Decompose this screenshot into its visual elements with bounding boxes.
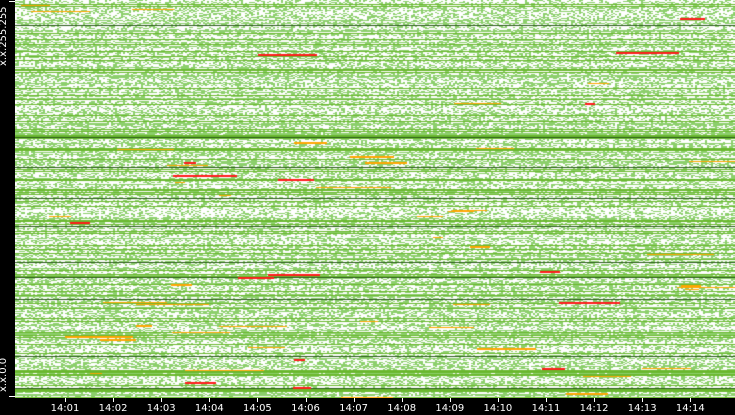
x-tick [690,398,692,402]
x-tick [65,398,66,402]
x-tick [209,398,211,402]
x-tick [161,398,163,402]
x-tick-label: 14:06 [291,403,320,414]
x-tick-label: 14:10 [483,403,513,414]
y-label-top: x.x.255.255 [0,6,9,66]
y-axis-bar: x.x.255.255 x.x.0.0 [0,0,15,398]
x-tick-label: 14:08 [387,403,417,414]
y-label-bottom: x.x.0.0 [0,357,9,392]
x-tick [401,398,403,402]
traffic-heatmap[interactable] [15,0,735,398]
x-tick-label: 14:02 [98,403,128,414]
x-tick [642,398,644,402]
x-tick [113,398,115,402]
x-tick-label: 14:11 [531,403,561,414]
x-tick [497,398,499,402]
x-tick-label: 14:13 [627,403,657,414]
x-tick [594,398,596,402]
x-tick-label: 14:07 [339,403,369,414]
x-tick [546,398,547,402]
x-tick-label: 14:05 [242,403,272,414]
x-axis: 14:01 14:02 14:03 14:04 14:05 14:06 14:07 14:08… [0,398,735,415]
x-tick-label: 14:01 [50,403,80,414]
x-tick [257,398,259,402]
x-tick-label: 14:09 [435,403,465,414]
x-tick [353,398,355,402]
x-tick-label: 14:12 [579,403,609,414]
x-tick [305,398,307,402]
x-tick [449,398,451,402]
x-tick-label: 14:03 [146,403,176,414]
x-tick-label: 14:14 [675,403,705,414]
x-tick-label: 14:04 [194,403,224,414]
